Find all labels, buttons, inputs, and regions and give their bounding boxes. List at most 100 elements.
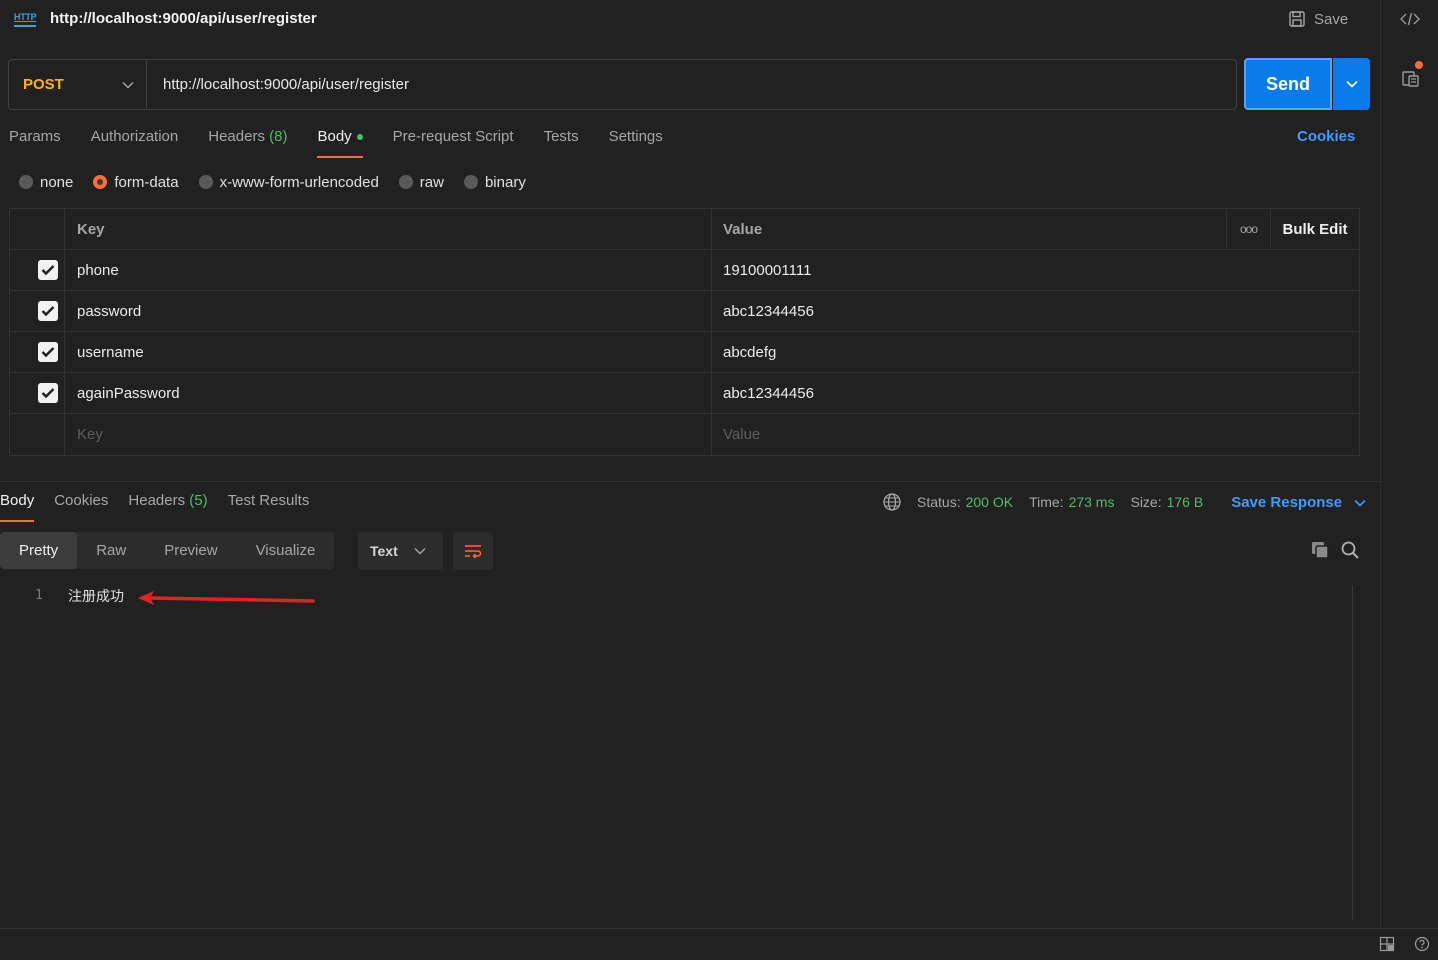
new-row: Key Value	[10, 414, 1359, 455]
tab-tests[interactable]: Tests	[544, 124, 579, 158]
status-label: Status:	[917, 494, 961, 510]
row-check-cell	[10, 414, 65, 455]
response-body-editor[interactable]: 1 注册成功	[0, 582, 1352, 920]
cookies-link[interactable]: Cookies	[1297, 128, 1355, 145]
value-column-header: Value	[723, 220, 763, 238]
headers-count: (8)	[269, 128, 288, 145]
tab-params[interactable]: Params	[9, 124, 61, 158]
checkbox[interactable]	[38, 260, 58, 280]
body-indicator-dot	[356, 134, 363, 141]
checkbox[interactable]	[38, 383, 58, 403]
response-tab-headers[interactable]: Headers (5)	[128, 490, 207, 522]
http-icon: HTTP	[14, 11, 37, 27]
check-icon	[41, 265, 55, 276]
row-key[interactable]: againPassword	[65, 373, 712, 413]
response-status-bar: Status: 200 OK Time: 273 ms Size: 176 B Sav…	[882, 492, 1366, 512]
right-sidebar	[1380, 0, 1438, 928]
layout-toggle-icon[interactable]	[1379, 936, 1395, 952]
help-icon[interactable]	[1414, 936, 1430, 952]
tab-headers[interactable]: Headers (8)	[208, 124, 287, 158]
tab-settings[interactable]: Settings	[609, 124, 663, 158]
radio-circle-selected	[93, 175, 108, 189]
more-options-button[interactable]: ooo	[1226, 209, 1271, 249]
radio-circle	[398, 175, 413, 189]
radio-circle	[198, 175, 213, 189]
form-data-table: Key Value ooo Bulk Edit phone 1910000111…	[9, 208, 1360, 456]
checkbox[interactable]	[38, 301, 58, 321]
format-select[interactable]: Text	[358, 532, 443, 570]
send-button[interactable]: Send	[1244, 58, 1332, 110]
row-value[interactable]: 19100001111	[712, 250, 1359, 290]
radio-raw[interactable]: raw	[398, 173, 444, 191]
response-tab-cookies[interactable]: Cookies	[54, 490, 108, 522]
format-label: Text	[370, 543, 398, 559]
response-headers-count: (5)	[189, 492, 208, 509]
response-body-text: 注册成功	[68, 589, 124, 605]
radio-none-label: none	[40, 173, 74, 191]
radio-none[interactable]: none	[19, 174, 73, 191]
editor-scrollbar[interactable]	[1352, 585, 1353, 920]
tab-body-label: Body	[317, 128, 352, 145]
row-value[interactable]: abc12344456	[712, 291, 1359, 331]
globe-icon[interactable]	[882, 492, 902, 512]
method-select[interactable]: POST	[9, 60, 147, 109]
title-bar: HTTP http://localhost:9000/api/user/regi…	[0, 0, 1380, 40]
time-label: Time:	[1029, 494, 1064, 510]
annotation-arrow	[138, 591, 315, 605]
response-tab-headers-label: Headers	[128, 492, 186, 509]
row-check-cell	[10, 291, 65, 331]
response-divider	[0, 481, 1380, 482]
wrap-lines-icon	[465, 545, 482, 559]
radio-raw-label: raw	[419, 173, 444, 191]
view-tab-preview[interactable]: Preview	[145, 532, 236, 569]
row-check-cell	[10, 250, 65, 290]
radio-circle	[19, 175, 33, 189]
chevron-down-icon	[414, 548, 426, 555]
new-value-input[interactable]: Value	[712, 414, 1359, 455]
view-tab-pretty[interactable]: Pretty	[0, 532, 78, 569]
response-view-tabs: Pretty Raw Preview Visualize	[0, 532, 335, 569]
row-key[interactable]: username	[65, 332, 712, 372]
status-footer	[0, 928, 1438, 960]
response-tab-body[interactable]: Body	[0, 490, 35, 522]
chevron-down-icon	[1345, 80, 1358, 88]
documentation-icon[interactable]	[1401, 68, 1421, 88]
radio-form-data[interactable]: form-data	[93, 174, 179, 191]
key-column-header: Key	[65, 209, 712, 249]
save-response-button[interactable]: Save Response	[1231, 494, 1366, 511]
new-key-input[interactable]: Key	[65, 414, 712, 455]
size-value[interactable]: 176 B	[1167, 494, 1204, 510]
tab-body[interactable]: Body	[317, 124, 363, 158]
table-row: againPassword abc12344456	[10, 373, 1359, 414]
row-value[interactable]: abcdefg	[712, 332, 1359, 372]
view-tab-visualize[interactable]: Visualize	[237, 532, 335, 569]
response-tab-test-results[interactable]: Test Results	[228, 490, 310, 522]
request-title[interactable]: http://localhost:9000/api/user/register	[50, 10, 317, 27]
copy-icon[interactable]	[1310, 540, 1330, 560]
send-options-button[interactable]	[1333, 58, 1370, 110]
search-icon[interactable]	[1340, 540, 1360, 560]
row-key[interactable]: phone	[65, 250, 712, 290]
wrap-lines-button[interactable]	[453, 532, 493, 570]
row-check-cell	[10, 373, 65, 413]
code-icon[interactable]	[1399, 10, 1421, 28]
checkbox[interactable]	[38, 342, 58, 362]
url-input[interactable]	[147, 76, 1236, 93]
chevron-down-icon	[1354, 499, 1366, 507]
radio-binary[interactable]: binary	[463, 174, 526, 191]
check-icon	[41, 306, 55, 317]
status-value[interactable]: 200 OK	[966, 494, 1013, 510]
tab-authorization[interactable]: Authorization	[91, 124, 179, 158]
bulk-edit-button[interactable]: Bulk Edit	[1271, 209, 1359, 249]
method-label: POST	[23, 76, 64, 93]
row-value[interactable]: abc12344456	[712, 373, 1359, 413]
radio-urlencoded[interactable]: x-www-form-urlencoded	[198, 174, 379, 191]
save-button[interactable]: Save	[1288, 8, 1348, 30]
header-check-cell	[10, 209, 65, 249]
tab-prerequest-script[interactable]: Pre-request Script	[393, 124, 514, 158]
save-icon	[1289, 11, 1305, 27]
row-key[interactable]: password	[65, 291, 712, 331]
time-value[interactable]: 273 ms	[1069, 494, 1115, 510]
view-tab-raw[interactable]: Raw	[77, 532, 145, 569]
response-tabs: Body Cookies Headers (5) Test Results	[0, 490, 329, 522]
